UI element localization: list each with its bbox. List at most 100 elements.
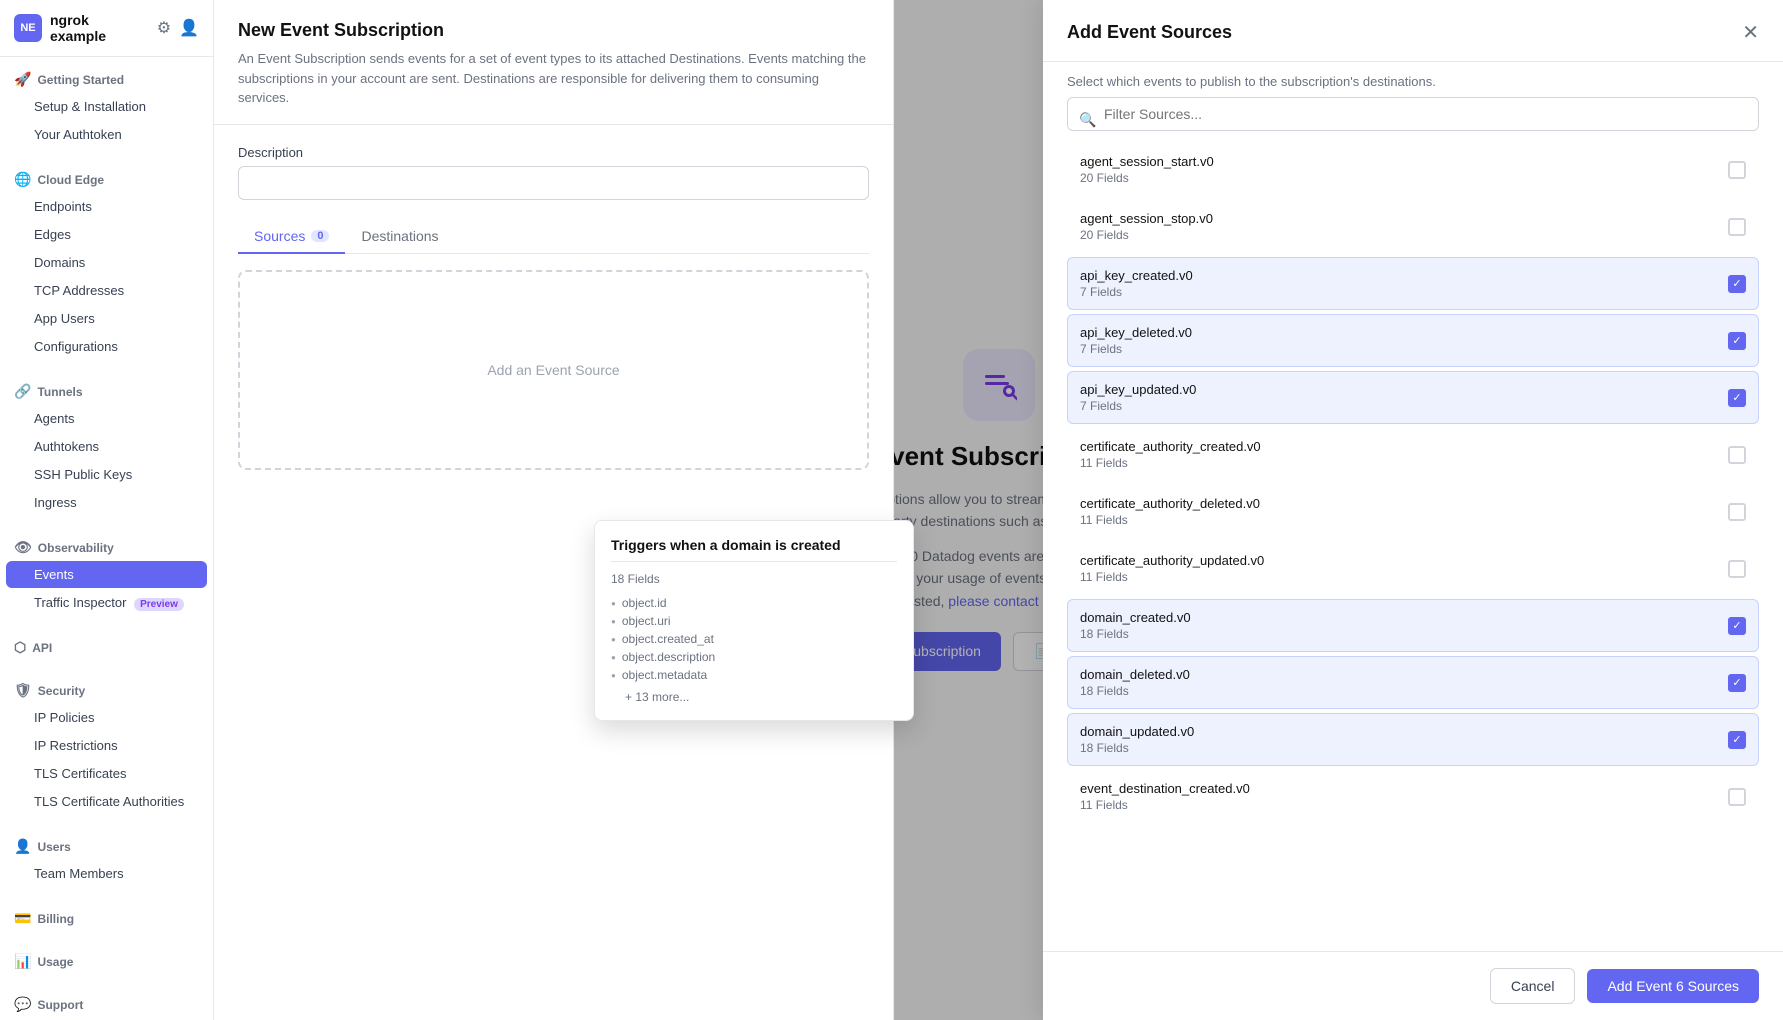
cloud-edge-icon: 🌐 <box>14 171 31 188</box>
observability-icon: 👁 <box>14 539 32 556</box>
sidebar-users-title[interactable]: 👤 Users <box>0 832 213 859</box>
sidebar-section-support: 💬 Support <box>0 982 213 1020</box>
source-checkbox-10[interactable]: ✓ <box>1728 731 1746 749</box>
sidebar-section-usage: 📊 Usage <box>0 939 213 982</box>
sidebar-header: NE ngrok example ⚙ 👤 <box>0 0 213 57</box>
usage-icon: 📊 <box>14 953 31 970</box>
tab-sources[interactable]: Sources 0 <box>238 220 345 254</box>
sidebar-item-events[interactable]: Events <box>6 561 207 588</box>
sidebar-item-edges[interactable]: Edges <box>6 221 207 248</box>
tunnels-icon: 🔗 <box>14 383 31 400</box>
source-checkbox-9[interactable]: ✓ <box>1728 674 1746 692</box>
cancel-button[interactable]: Cancel <box>1490 968 1576 1004</box>
add-sources-panel: Add Event Sources ✕ Select which events … <box>1043 0 1783 1020</box>
sidebar-item-configurations[interactable]: Configurations <box>6 333 207 360</box>
tooltip-fields-count: 18 Fields <box>611 572 897 586</box>
sidebar-item-tls-certs[interactable]: TLS Certificates <box>6 760 207 787</box>
description-input[interactable] <box>238 166 869 200</box>
settings-icon[interactable]: ⚙ <box>157 18 171 38</box>
billing-icon: 💳 <box>14 910 31 927</box>
sidebar-section-users: 👤 Users Team Members <box>0 824 213 896</box>
close-icon[interactable]: ✕ <box>1742 20 1759 45</box>
sidebar-item-endpoints[interactable]: Endpoints <box>6 193 207 220</box>
source-item[interactable]: domain_updated.v0 18 Fields ✓ <box>1067 713 1759 766</box>
sidebar-section-getting-started: 🚀 Getting Started Setup & Installation Y… <box>0 57 213 157</box>
getting-started-icon: 🚀 <box>14 71 31 88</box>
source-checkbox-2[interactable]: ✓ <box>1728 275 1746 293</box>
source-checkbox-6[interactable] <box>1728 503 1746 521</box>
sidebar-item-team-members[interactable]: Team Members <box>6 860 207 887</box>
sources-tabs: Sources 0 Destinations <box>238 220 869 254</box>
sidebar-item-ssh-keys[interactable]: SSH Public Keys <box>6 461 207 488</box>
add-source-area[interactable]: Add an Event Source <box>238 270 869 470</box>
add-source-placeholder: Add an Event Source <box>487 362 619 378</box>
source-item[interactable]: domain_deleted.v0 18 Fields ✓ <box>1067 656 1759 709</box>
sidebar-cloud-edge-title[interactable]: 🌐 Cloud Edge <box>0 165 213 192</box>
sidebar-support-title[interactable]: 💬 Support <box>0 990 213 1017</box>
users-icon: 👤 <box>14 838 31 855</box>
sidebar-item-setup[interactable]: Setup & Installation <box>6 93 207 120</box>
main-content: Event Subscriptions Event Subscriptions … <box>214 0 1783 1020</box>
sidebar-item-app-users[interactable]: App Users <box>6 305 207 332</box>
source-checkbox-0[interactable] <box>1728 161 1746 179</box>
sidebar-section-security: 🛡 Security IP Policies IP Restrictions T… <box>0 668 213 824</box>
add-event-sources-button[interactable]: Add Event 6 Sources <box>1587 969 1759 1003</box>
sidebar-item-agents[interactable]: Agents <box>6 405 207 432</box>
sidebar-item-authtokens[interactable]: Authtokens <box>6 433 207 460</box>
sidebar-usage-title[interactable]: 📊 Usage <box>0 947 213 974</box>
sidebar-item-ip-policies[interactable]: IP Policies <box>6 704 207 731</box>
tooltip-field-4: object.description <box>611 648 897 666</box>
sidebar-item-tls-ca[interactable]: TLS Certificate Authorities <box>6 788 207 815</box>
source-item[interactable]: certificate_authority_updated.v0 11 Fiel… <box>1067 542 1759 595</box>
sidebar-item-ip-restrictions[interactable]: IP Restrictions <box>6 732 207 759</box>
sidebar-section-tunnels: 🔗 Tunnels Agents Authtokens SSH Public K… <box>0 369 213 525</box>
source-item[interactable]: api_key_deleted.v0 7 Fields ✓ <box>1067 314 1759 367</box>
source-item[interactable]: agent_session_start.v0 20 Fields <box>1067 143 1759 196</box>
source-item[interactable]: api_key_updated.v0 7 Fields ✓ <box>1067 371 1759 424</box>
sidebar-item-ingress[interactable]: Ingress <box>6 489 207 516</box>
source-item[interactable]: domain_created.v0 18 Fields ✓ <box>1067 599 1759 652</box>
sidebar-api-title[interactable]: ⬡ API <box>0 633 213 660</box>
sidebar-getting-started-title[interactable]: 🚀 Getting Started <box>0 65 213 92</box>
source-checkbox-11[interactable] <box>1728 788 1746 806</box>
sidebar-section-billing: 💳 Billing <box>0 896 213 939</box>
source-checkbox-8[interactable]: ✓ <box>1728 617 1746 635</box>
sidebar-item-tcp[interactable]: TCP Addresses <box>6 277 207 304</box>
source-item[interactable]: agent_session_stop.v0 20 Fields <box>1067 200 1759 253</box>
panel-title: New Event Subscription <box>238 20 869 41</box>
sidebar-observability-title[interactable]: 👁 Observability <box>0 533 213 560</box>
sidebar-security-title[interactable]: 🛡 Security <box>0 676 213 703</box>
source-checkbox-4[interactable]: ✓ <box>1728 389 1746 407</box>
sidebar-section-api: ⬡ API <box>0 625 213 668</box>
sidebar-item-traffic-inspector[interactable]: Traffic Inspector Preview <box>6 589 207 616</box>
source-item[interactable]: certificate_authority_deleted.v0 11 Fiel… <box>1067 485 1759 538</box>
source-checkbox-3[interactable]: ✓ <box>1728 332 1746 350</box>
filter-sources-input[interactable] <box>1067 97 1759 131</box>
source-checkbox-1[interactable] <box>1728 218 1746 236</box>
source-checkbox-5[interactable] <box>1728 446 1746 464</box>
asp-header: Add Event Sources ✕ <box>1043 0 1783 62</box>
tooltip-field-2: object.uri <box>611 612 897 630</box>
new-event-panel: New Event Subscription An Event Subscrip… <box>214 0 894 1020</box>
sidebar-item-authtoken[interactable]: Your Authtoken <box>6 121 207 148</box>
tab-destinations[interactable]: Destinations <box>345 220 454 254</box>
header-icons: ⚙ 👤 <box>157 18 199 38</box>
support-icon: 💬 <box>14 996 31 1013</box>
asp-sources-list: agent_session_start.v0 20 Fields agent_s… <box>1043 143 1783 951</box>
user-icon[interactable]: 👤 <box>179 18 199 38</box>
source-checkbox-7[interactable] <box>1728 560 1746 578</box>
asp-footer: Cancel Add Event 6 Sources <box>1043 951 1783 1020</box>
source-item[interactable]: api_key_created.v0 7 Fields ✓ <box>1067 257 1759 310</box>
source-item[interactable]: certificate_authority_created.v0 11 Fiel… <box>1067 428 1759 481</box>
sidebar-section-observability: 👁 Observability Events Traffic Inspector… <box>0 525 213 625</box>
security-icon: 🛡 <box>14 682 32 699</box>
sidebar-section-cloud-edge: 🌐 Cloud Edge Endpoints Edges Domains TCP… <box>0 157 213 369</box>
sidebar-item-domains[interactable]: Domains <box>6 249 207 276</box>
panel-header: New Event Subscription An Event Subscrip… <box>214 0 893 125</box>
description-label: Description <box>238 145 869 160</box>
preview-badge: Preview <box>134 598 184 611</box>
sidebar-billing-title[interactable]: 💳 Billing <box>0 904 213 931</box>
tooltip-popup: Triggers when a domain is created 18 Fie… <box>594 520 914 721</box>
sidebar-tunnels-title[interactable]: 🔗 Tunnels <box>0 377 213 404</box>
source-item[interactable]: event_destination_created.v0 11 Fields <box>1067 770 1759 823</box>
